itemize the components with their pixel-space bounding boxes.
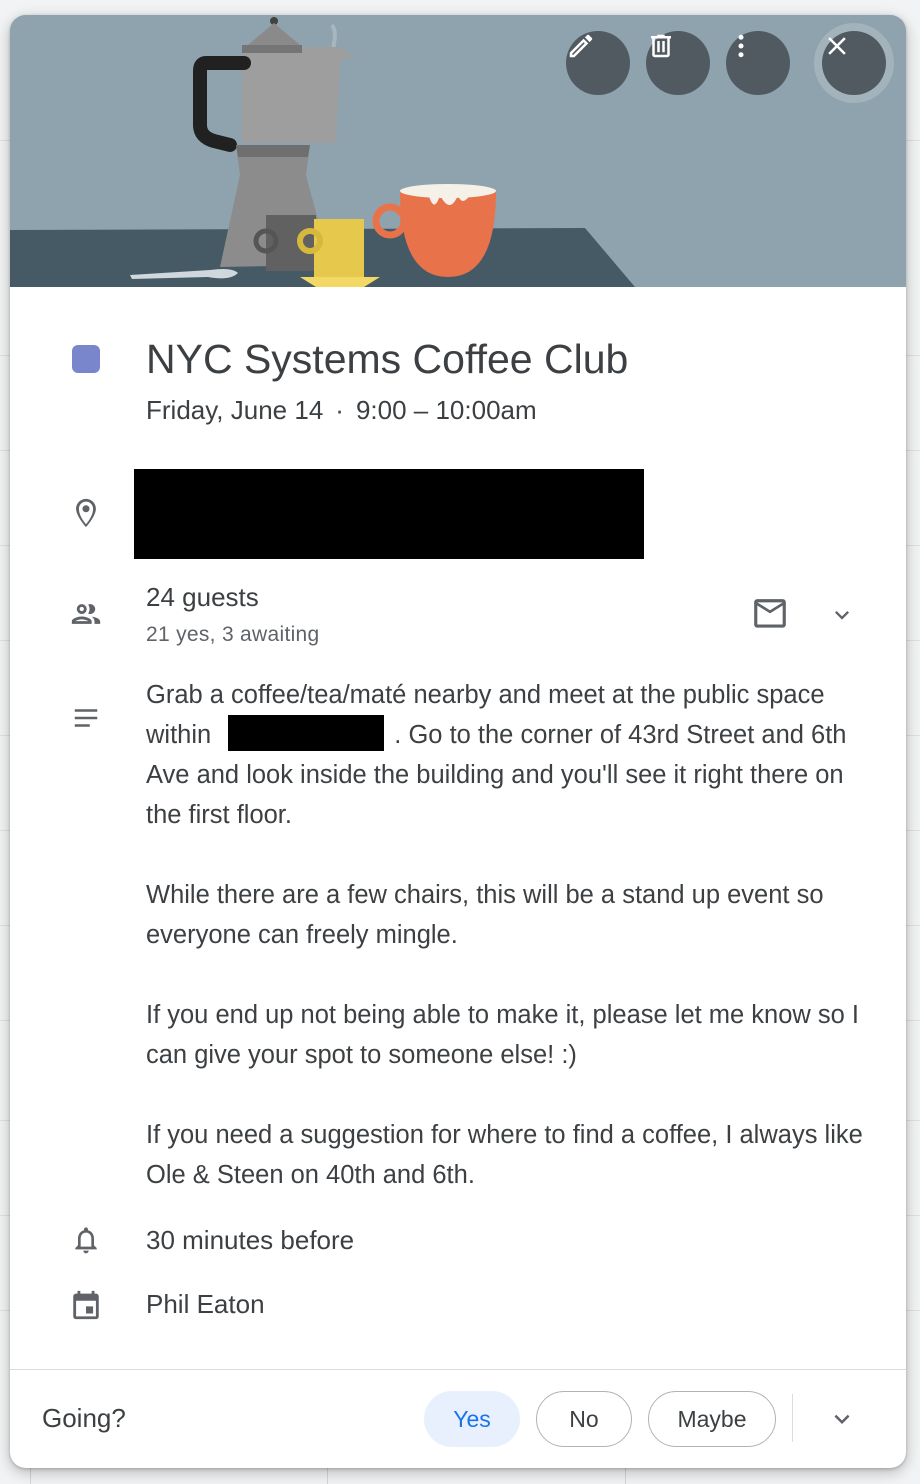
reminder-text: 30 minutes before [146,1225,355,1255]
guests-icon-wrap [60,597,112,631]
guest-rsvp-summary: 21 yes, 3 awaiting [146,623,320,646]
description-paragraph-1: Grab a coffee/tea/maté nearby and meet a… [146,675,876,835]
more-options-button[interactable] [726,31,790,95]
rsvp-options-button[interactable] [814,1395,870,1443]
organizer-name: Phil Eaton [146,1289,265,1319]
location-pin-icon [76,498,96,528]
bell-icon [75,1227,97,1254]
description-paragraph-4: If you need a suggestion for where to fi… [146,1121,863,1189]
edit-button[interactable] [566,31,630,95]
guest-count: 24 guests [146,582,259,612]
event-details-dialog: NYC Systems Coffee Club Friday, June 14 ·… [10,15,906,1468]
event-time: 9:00 – 10:00am [355,395,537,425]
rsvp-footer: Going? Yes No Maybe [10,1370,906,1468]
header-illustration [10,15,906,287]
notes-icon [74,709,98,727]
redacted-location [134,469,644,559]
people-icon [71,604,101,624]
calendar-icon [73,1290,99,1320]
reminder-icon-wrap [60,1223,112,1257]
description-icon-wrap [60,703,112,733]
redacted-venue [228,715,385,751]
chevron-down-icon [835,611,849,620]
expand-guests-button[interactable] [820,595,864,635]
rsvp-no-button[interactable]: No [536,1391,632,1447]
close-icon [828,37,846,55]
description-paragraph-2: While there are a few chairs, this will … [146,881,824,949]
rsvp-prompt: Going? [42,1403,126,1433]
location-icon-wrap [60,493,112,533]
close-button[interactable] [822,31,886,95]
email-guests-button[interactable] [746,595,794,635]
rsvp-yes-button[interactable]: Yes [424,1391,520,1447]
event-datetime: Friday, June 14 · 9:00 – 10:00am [146,393,537,427]
event-date: Friday, June 14 [146,395,324,425]
event-color-chip [72,345,100,373]
delete-icon [651,34,671,58]
mail-icon [754,599,786,628]
event-title: NYC Systems Coffee Club [146,336,629,382]
chevron-down-icon [834,1414,850,1424]
calendar-icon-wrap [60,1287,112,1323]
rsvp-maybe-button[interactable]: Maybe [648,1391,776,1447]
datetime-separator: · [335,395,344,425]
delete-button[interactable] [646,31,710,95]
footer-separator [792,1394,793,1442]
more-options-icon [738,34,744,58]
event-description: Grab a coffee/tea/maté nearby and meet a… [146,675,876,1195]
description-paragraph-3: If you end up not being able to make it,… [146,1001,860,1069]
edit-icon [569,34,593,58]
